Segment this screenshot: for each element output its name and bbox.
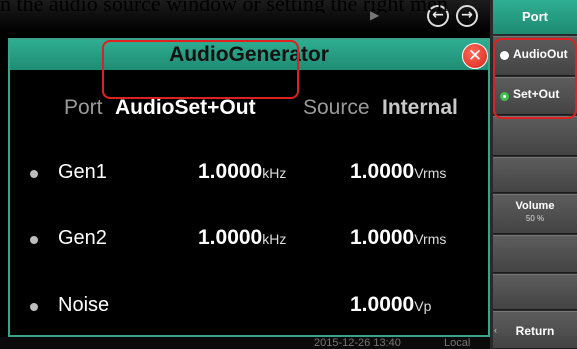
port-highlight-box [102,40,299,99]
generator-row-noise[interactable]: Noise 1.0000Vp [10,290,488,326]
caption-text: n the audio source window or setting the… [0,0,448,13]
status-mode: Local [444,337,471,349]
generator-row-gen2[interactable]: Gen2 1.0000kHz 1.0000Vrms [10,223,488,259]
softkey-highlight-box [493,38,577,119]
generator-name: Gen1 [58,161,107,183]
amplitude-unit: Vp [414,298,432,314]
port-value[interactable]: AudioSet+Out [115,96,256,120]
port-label: Port [64,96,103,119]
row-bullet [30,236,38,244]
status-bar: 2015-12-26 13:40 Local [0,337,490,349]
frequency-unit: kHz [262,231,287,247]
port-source-row: Port AudioSet+Out Source Internal [10,96,488,126]
softkey-header: Port [493,0,577,34]
amplitude-value[interactable]: 1.0000Vrms [350,226,446,250]
close-icon[interactable]: ✕ [462,43,488,69]
generator-name: Gen2 [58,227,107,249]
volume-label: Volume [515,200,555,212]
amplitude-unit: Vrms [414,231,447,247]
return-label: Return [515,324,555,338]
generator-row-gen1[interactable]: Gen1 1.0000kHz 1.0000Vrms [10,157,488,193]
amplitude-value[interactable]: 1.0000Vp [350,293,431,317]
frequency-value[interactable]: 1.0000kHz [198,160,286,184]
softkey-volume[interactable]: Volume 50 % [493,194,577,234]
source-label: Source [303,96,370,119]
softkey-blank[interactable] [493,157,577,193]
softkey-blank[interactable] [493,274,577,310]
amplitude-unit: Vrms [414,165,447,181]
source-value[interactable]: Internal [382,96,458,120]
row-bullet [30,170,38,178]
softkey-return[interactable]: ‹ Return [493,311,577,349]
volume-value: 50 % [525,214,545,223]
amplitude-value[interactable]: 1.0000Vrms [350,160,446,184]
generator-name: Noise [58,294,110,316]
row-bullet [30,303,38,311]
softkey-blank[interactable] [493,116,577,156]
frequency-value[interactable]: 1.0000kHz [198,226,286,250]
status-timestamp: 2015-12-26 13:40 [314,337,401,349]
softkey-blank[interactable] [493,235,577,273]
frequency-unit: kHz [262,165,287,181]
device-screen: ▶︎ ← → AudioGenerator ✕ Port AudioSet+Ou… [0,0,577,349]
